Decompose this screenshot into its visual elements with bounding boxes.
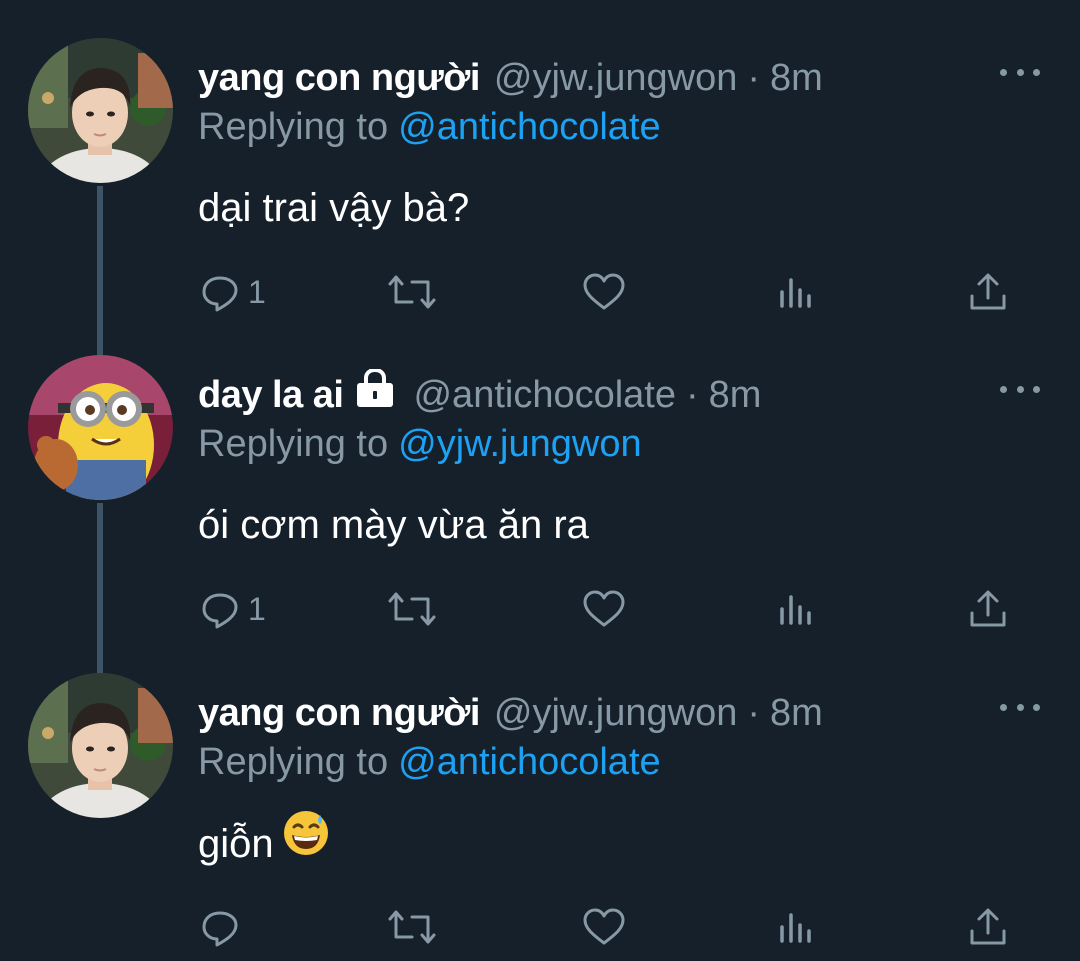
tweet-header: day la ai @antichocolate · 8m [198,367,761,423]
reply-button[interactable]: 1 [200,581,266,637]
tweet[interactable]: yang con người @yjw.jungwon · 8m Replyin… [0,635,1080,947]
tweet-text: dại trai vậy bà? [198,186,470,230]
user-handle[interactable]: @yjw.jungwon [494,685,737,741]
grinning-face-with-sweat-icon [282,809,330,872]
retweet-icon [388,275,436,309]
retweet-button[interactable] [388,581,436,637]
avatar[interactable] [28,355,173,500]
tweet[interactable]: day la ai @antichocolate · 8m Replying t… [0,317,1080,629]
replying-to-label: Replying to [198,741,389,783]
replying-to-line: Replying to @antichocolate [198,737,661,787]
avatar[interactable] [28,38,173,183]
more-icon[interactable] [1000,697,1040,717]
analytics-button[interactable] [778,264,816,320]
tweet[interactable]: yang con người @yjw.jungwon · 8m Replyin… [0,0,1080,312]
share-icon [970,908,1006,945]
avatar-portrait-image [28,673,173,818]
analytics-icon [780,913,811,943]
heart-icon [583,590,625,627]
heart-icon [583,273,625,310]
analytics-button[interactable] [778,899,816,955]
reply-icon [202,593,238,629]
analytics-icon [780,278,811,308]
tweet-actions: 1 [0,581,1080,637]
heart-icon [583,908,625,945]
share-icon [970,590,1006,627]
separator-dot: · [747,692,761,734]
retweet-icon [388,592,436,626]
replying-to-line: Replying to @yjw.jungwon [198,419,642,469]
share-icon [970,273,1006,310]
conversation-thread: yang con người @yjw.jungwon · 8m Replyin… [0,0,1080,961]
lock-icon [355,367,395,423]
user-handle[interactable]: @antichocolate [413,367,676,423]
analytics-icon [780,595,811,625]
reply-icon [202,911,238,947]
like-button[interactable] [582,581,626,637]
reply-count: 1 [248,590,266,627]
separator-dot: · [686,374,699,416]
avatar-portrait-image [28,38,173,183]
retweet-icon [388,910,436,944]
reply-button[interactable] [200,899,248,955]
replying-to-handle[interactable]: @antichocolate [398,741,661,783]
user-handle[interactable]: @yjw.jungwon [494,50,737,106]
timestamp[interactable]: 8m [770,50,823,106]
share-button[interactable] [968,581,1008,637]
avatar-minion-image [28,355,173,500]
tweet-text-container: giỗn [198,811,330,878]
share-button[interactable] [968,264,1008,320]
timestamp[interactable]: 8m [709,367,762,423]
tweet-header: yang con người @yjw.jungwon · 8m [198,685,823,741]
replying-to-label: Replying to [198,106,389,148]
reply-button[interactable]: 1 [200,264,266,320]
replying-to-line: Replying to @antichocolate [198,102,661,152]
tweet-actions [0,899,1080,955]
reply-count: 1 [248,273,266,310]
replying-to-handle[interactable]: @antichocolate [398,106,661,148]
display-name[interactable]: yang con người [198,685,480,741]
reply-icon [202,276,238,312]
timestamp[interactable]: 8m [770,685,823,741]
share-button[interactable] [968,899,1008,955]
replying-to-label: Replying to [198,423,389,465]
more-icon[interactable] [1000,379,1040,399]
separator-dot: · [747,57,761,99]
tweet-text: ói cơm mày vừa ăn ra [198,503,589,547]
like-button[interactable] [582,264,626,320]
replying-to-handle[interactable]: @yjw.jungwon [398,423,641,465]
display-name[interactable]: yang con người [198,50,480,106]
display-name[interactable]: day la ai [198,367,344,423]
avatar[interactable] [28,673,173,818]
tweet-header: yang con người @yjw.jungwon · 8m [198,50,823,106]
tweet-text: giỗn [198,822,274,867]
analytics-button[interactable] [778,581,816,637]
retweet-button[interactable] [388,899,436,955]
tweet-actions: 1 [0,264,1080,320]
like-button[interactable] [582,899,626,955]
more-icon[interactable] [1000,62,1040,82]
retweet-button[interactable] [388,264,436,320]
